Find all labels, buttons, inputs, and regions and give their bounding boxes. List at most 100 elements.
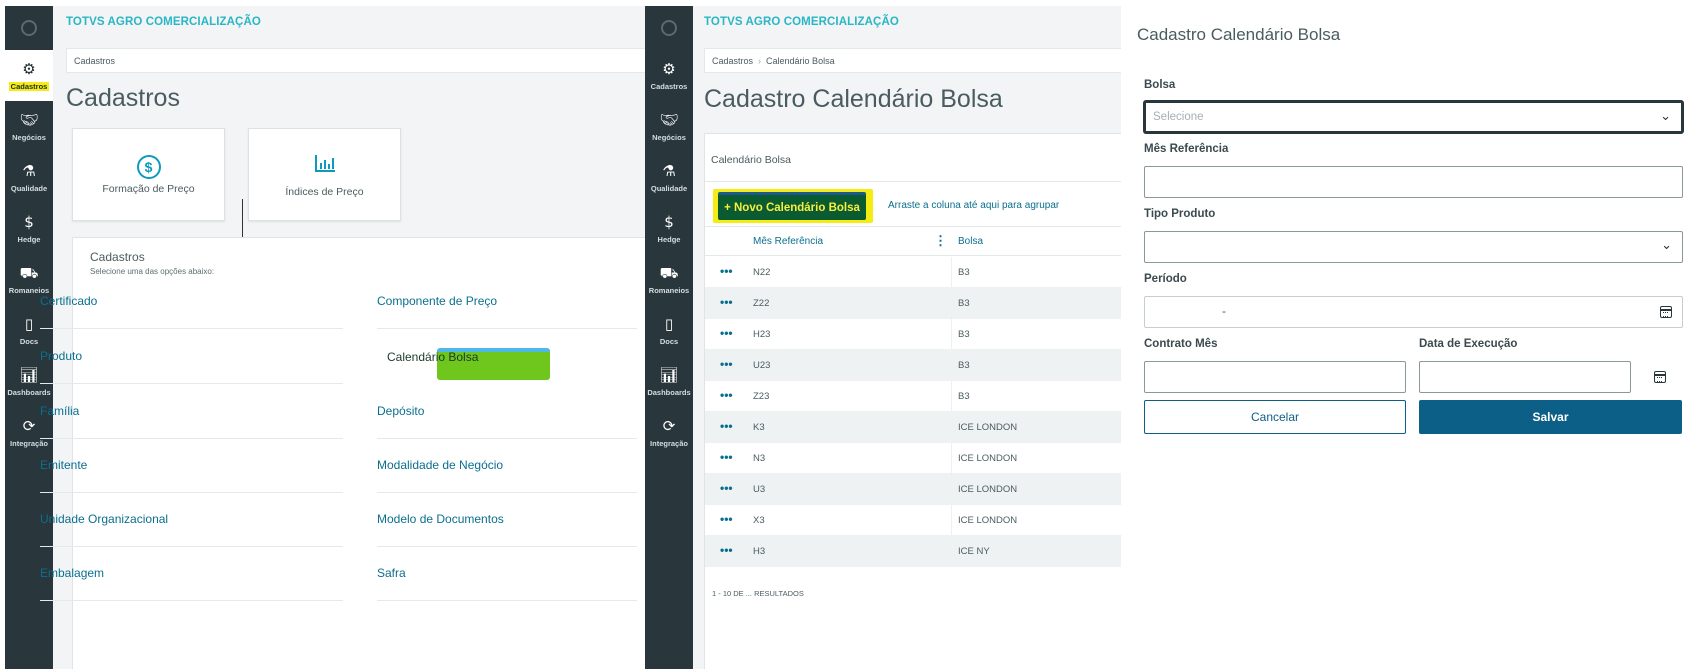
nav-item-dashboards[interactable]: 📊︎ Dashboards bbox=[645, 356, 693, 407]
table-row[interactable]: ••• Z22 B3 bbox=[705, 288, 1121, 319]
table-row[interactable]: ••• K3 ICE LONDON bbox=[705, 412, 1121, 443]
sync-icon: ⟳ bbox=[22, 416, 36, 435]
periodo-label: Período bbox=[1144, 273, 1187, 285]
handshake-icon: 🤝︎ bbox=[19, 110, 39, 129]
group-drop-zone[interactable]: Arraste a coluna até aqui para agrupar bbox=[888, 200, 1059, 211]
nav-item-integracao[interactable]: ⟳ Integração bbox=[645, 407, 693, 458]
link-emitente[interactable]: Emitente bbox=[40, 438, 343, 493]
data-execucao-label: Data de Execução bbox=[1419, 338, 1518, 350]
table-row[interactable]: ••• U3 ICE LONDON bbox=[705, 474, 1121, 505]
link-embalagem[interactable]: Embalagem bbox=[40, 546, 343, 601]
app-title: TOTVS AGRO COMERCIALIZAÇÃO bbox=[66, 16, 261, 28]
column-header-bolsa[interactable]: Bolsa bbox=[958, 236, 983, 247]
link-componente-preco[interactable]: Componente de Preço bbox=[377, 274, 637, 329]
column-header-mes[interactable]: Mês Referência bbox=[753, 236, 823, 247]
table-row[interactable]: ••• X3 ICE LONDON bbox=[705, 505, 1121, 536]
breadcrumb-item[interactable]: Cadastros bbox=[74, 56, 115, 66]
link-modalidade-negocio[interactable]: Modalidade de Negócio bbox=[377, 438, 637, 493]
link-familia[interactable]: Família bbox=[40, 384, 343, 439]
contrato-mes-label: Contrato Mês bbox=[1144, 338, 1218, 350]
table-header: Mês Referência ⋮ Bolsa bbox=[705, 226, 1121, 256]
row-actions-icon[interactable]: ••• bbox=[720, 481, 733, 495]
totvs-logo[interactable] bbox=[5, 6, 53, 50]
tipo-produto-label: Tipo Produto bbox=[1144, 208, 1216, 220]
highlight-marker: + Novo Calendário Bolsa bbox=[713, 189, 873, 223]
row-actions-icon[interactable]: ••• bbox=[720, 419, 733, 433]
gear-icon: ⚙ bbox=[662, 59, 676, 78]
app-title: TOTVS AGRO COMERCIALIZAÇÃO bbox=[704, 16, 899, 28]
nav-item-negocios[interactable]: 🤝︎ Negócios bbox=[5, 101, 53, 152]
dollar-icon: $ bbox=[136, 154, 161, 179]
kebab-menu-icon[interactable]: ⋮ bbox=[934, 233, 947, 249]
side-nav: ⚙ Cadastros 🤝︎ Negócios ⚗ Qualidade $ He… bbox=[645, 6, 693, 669]
truck-icon: ⛟ bbox=[659, 263, 679, 282]
chevron-down-icon: ⌄ bbox=[1660, 109, 1671, 124]
link-unidade-organizacional[interactable]: Unidade Organizacional bbox=[40, 492, 343, 547]
form-title: Cadastro Calendário Bolsa bbox=[1137, 25, 1341, 44]
range-separator: - bbox=[1222, 304, 1226, 318]
breadcrumb-item-calendario: Calendário Bolsa bbox=[766, 55, 835, 66]
periodo-range-input[interactable]: - bbox=[1144, 296, 1683, 328]
pagination-summary: 1 - 10 DE ... RESULTADOS bbox=[712, 589, 804, 598]
row-actions-icon[interactable]: ••• bbox=[720, 388, 733, 402]
mes-referencia-input[interactable] bbox=[1144, 166, 1683, 198]
row-actions-icon[interactable]: ••• bbox=[720, 264, 733, 278]
card-formacao-preco[interactable]: $ Formação de Preço bbox=[72, 128, 225, 221]
row-actions-icon[interactable]: ••• bbox=[720, 357, 733, 371]
tipo-produto-select[interactable]: ⌄ bbox=[1144, 231, 1683, 263]
calendario-bolsa-screen: ⚙ Cadastros 🤝︎ Negócios ⚗ Qualidade $ He… bbox=[645, 6, 1121, 669]
bolsa-placeholder: Selecione bbox=[1153, 111, 1204, 123]
table-row[interactable]: ••• N22 B3 bbox=[705, 257, 1121, 288]
bar-chart-icon bbox=[314, 152, 336, 182]
new-calendario-button[interactable]: + Novo Calendário Bolsa bbox=[718, 192, 866, 220]
mes-referencia-label: Mês Referência bbox=[1144, 143, 1229, 155]
nav-item-negocios[interactable]: 🤝︎ Negócios bbox=[645, 101, 693, 152]
nav-item-romaneios[interactable]: ⛟ Romaneios bbox=[645, 254, 693, 305]
row-actions-icon[interactable]: ••• bbox=[720, 450, 733, 464]
page-title: Cadastro Calendário Bolsa bbox=[704, 85, 1003, 113]
cadastros-screen: ⚙ Cadastros 🤝︎ Negócios ⚗ Qualidade $ He… bbox=[5, 6, 645, 669]
row-actions-icon[interactable]: ••• bbox=[720, 543, 733, 557]
text-cursor bbox=[242, 199, 243, 239]
link-modelo-documentos[interactable]: Modelo de Documentos bbox=[377, 492, 637, 547]
totvs-logo[interactable] bbox=[645, 6, 693, 50]
flask-icon: ⚗ bbox=[662, 161, 676, 180]
save-button[interactable]: Salvar bbox=[1419, 400, 1682, 434]
calendar-icon[interactable] bbox=[1660, 306, 1672, 318]
link-calendario-bolsa[interactable]: Calendário Bolsa bbox=[377, 329, 637, 384]
nav-item-cadastros[interactable]: ⚙ Cadastros bbox=[5, 50, 53, 101]
handshake-icon: 🤝︎ bbox=[659, 110, 679, 129]
calendar-icon[interactable] bbox=[1654, 371, 1666, 383]
row-actions-icon[interactable]: ••• bbox=[720, 512, 733, 526]
cancel-button[interactable]: Cancelar bbox=[1144, 400, 1406, 434]
chevron-right-icon: › bbox=[758, 55, 762, 66]
link-deposito[interactable]: Depósito bbox=[377, 384, 637, 439]
data-execucao-input[interactable] bbox=[1419, 361, 1631, 393]
table-row[interactable]: ••• N3 ICE LONDON bbox=[705, 443, 1121, 474]
bolsa-select[interactable]: Selecione ⌄ bbox=[1144, 101, 1683, 133]
table-row[interactable]: ••• H3 ICE NY bbox=[705, 536, 1121, 567]
hedge-icon: $ bbox=[24, 212, 34, 231]
nav-item-qualidade[interactable]: ⚗ Qualidade bbox=[5, 152, 53, 203]
document-icon: ▯ bbox=[24, 314, 34, 333]
table-row[interactable]: ••• H23 B3 bbox=[705, 319, 1121, 350]
nav-item-docs[interactable]: ▯ Docs bbox=[645, 305, 693, 356]
breadcrumb: Cadastros › Calendário Bolsa bbox=[704, 48, 1121, 73]
link-produto[interactable]: Produto bbox=[40, 329, 343, 384]
page-title: Cadastros bbox=[66, 84, 180, 112]
card-indices-preco[interactable]: Índices de Preço bbox=[248, 128, 401, 221]
bar-chart-icon: 📊︎ bbox=[19, 365, 39, 384]
nav-item-cadastros[interactable]: ⚙ Cadastros bbox=[645, 50, 693, 101]
link-certificado[interactable]: Certificado bbox=[40, 274, 343, 329]
row-actions-icon[interactable]: ••• bbox=[720, 326, 733, 340]
row-actions-icon[interactable]: ••• bbox=[720, 295, 733, 309]
breadcrumb-item-cadastros[interactable]: Cadastros bbox=[712, 56, 753, 66]
nav-item-hedge[interactable]: $ Hedge bbox=[5, 203, 53, 254]
table-row[interactable]: ••• Z23 B3 bbox=[705, 381, 1121, 412]
table-row[interactable]: ••• U23 B3 bbox=[705, 350, 1121, 381]
nav-item-hedge[interactable]: $ Hedge bbox=[645, 203, 693, 254]
contrato-mes-input[interactable] bbox=[1144, 361, 1406, 393]
link-safra[interactable]: Safra bbox=[377, 546, 637, 601]
nav-item-qualidade[interactable]: ⚗ Qualidade bbox=[645, 152, 693, 203]
gear-icon: ⚙ bbox=[22, 59, 36, 78]
